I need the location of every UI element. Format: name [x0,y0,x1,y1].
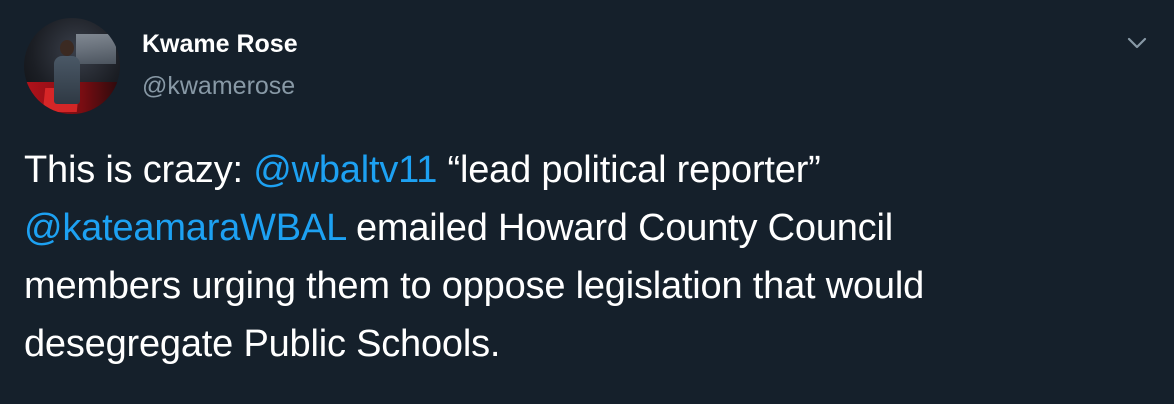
avatar[interactable] [24,18,120,114]
tweet-card: Kwame Rose @kwamerose This is crazy: @wb… [0,0,1174,404]
avatar-person-head [60,40,74,56]
tweet-text-segment: members urging them to oppose legislatio… [24,265,925,307]
avatar-background-screen [76,34,116,64]
avatar-person-body [54,56,80,104]
user-handle[interactable]: @kwamerose [142,72,295,101]
chevron-down-icon[interactable] [1124,30,1150,56]
tweet-text: This is crazy: @wbaltv11 “lead political… [24,141,1144,373]
mention-link[interactable]: @wbaltv11 [253,149,437,191]
tweet-text-segment: desegregate Public Schools. [24,323,501,365]
tweet-text-segment: This is crazy: [24,149,254,191]
tweet-text-segment: “lead political reporter” [437,149,821,191]
tweet-text-segment: emailed Howard County Council [345,207,893,249]
mention-link[interactable]: @kateamaraWBAL [24,207,346,249]
user-display-name[interactable]: Kwame Rose [142,30,298,59]
